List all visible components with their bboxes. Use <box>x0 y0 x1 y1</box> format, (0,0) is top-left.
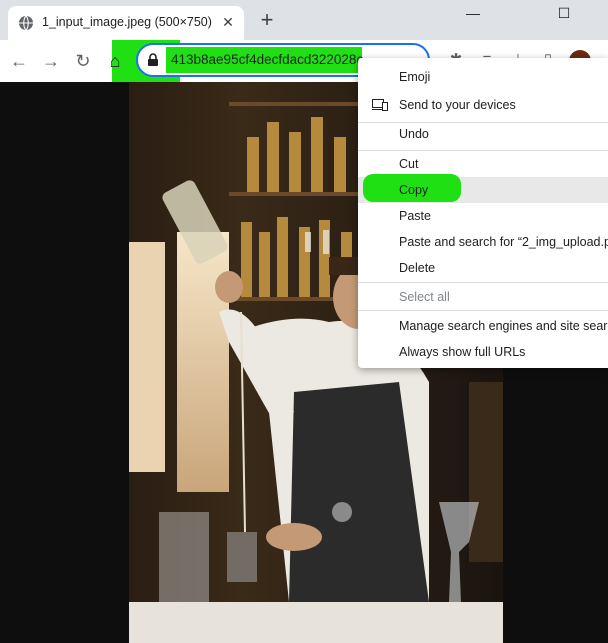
menu-item-undo[interactable]: Undo <box>358 121 608 147</box>
home-icon[interactable]: ⌂ <box>104 50 126 72</box>
tab-close-icon[interactable]: ✕ <box>220 14 236 30</box>
tab-strip: 1_input_image.jpeg (500×750) ✕ + — ☐ <box>0 0 608 40</box>
lock-icon[interactable] <box>146 53 160 67</box>
menu-item-delete[interactable]: Delete <box>358 255 608 281</box>
menu-separator <box>358 282 608 283</box>
menu-item-copy-label[interactable]: Copy <box>358 177 608 203</box>
menu-item-emoji[interactable]: Emoji <box>358 64 608 90</box>
forward-arrow-icon[interactable]: → <box>40 50 62 72</box>
menu-item-paste-and-search[interactable]: Paste and search for “2_img_upload.png” <box>358 229 608 255</box>
reload-icon[interactable]: ↻ <box>72 50 94 72</box>
menu-item-always-show-full-urls[interactable]: Always show full URLs <box>358 339 608 365</box>
menu-item-manage-search-engines[interactable]: Manage search engines and site search <box>358 313 608 339</box>
minimize-icon[interactable]: — <box>462 2 484 24</box>
globe-icon <box>19 15 33 31</box>
url-text[interactable]: 413b8ae95cf4decfdacd322028e <box>171 52 364 67</box>
maximize-icon[interactable]: ☐ <box>553 2 575 24</box>
new-tab-button[interactable]: + <box>256 9 278 32</box>
context-menu: Emoji Send to your devices Undo Cut Copy… <box>358 58 608 368</box>
menu-item-paste[interactable]: Paste <box>358 203 608 229</box>
browser-tab[interactable]: 1_input_image.jpeg (500×750) ✕ <box>8 6 244 40</box>
tab-title: 1_input_image.jpeg (500×750) <box>42 15 212 29</box>
back-arrow-icon[interactable]: ← <box>8 50 30 72</box>
devices-icon <box>372 99 388 111</box>
menu-item-send-to-devices[interactable]: Send to your devices <box>358 92 608 118</box>
menu-item-select-all[interactable]: Select all <box>358 284 608 310</box>
menu-separator <box>358 310 608 311</box>
